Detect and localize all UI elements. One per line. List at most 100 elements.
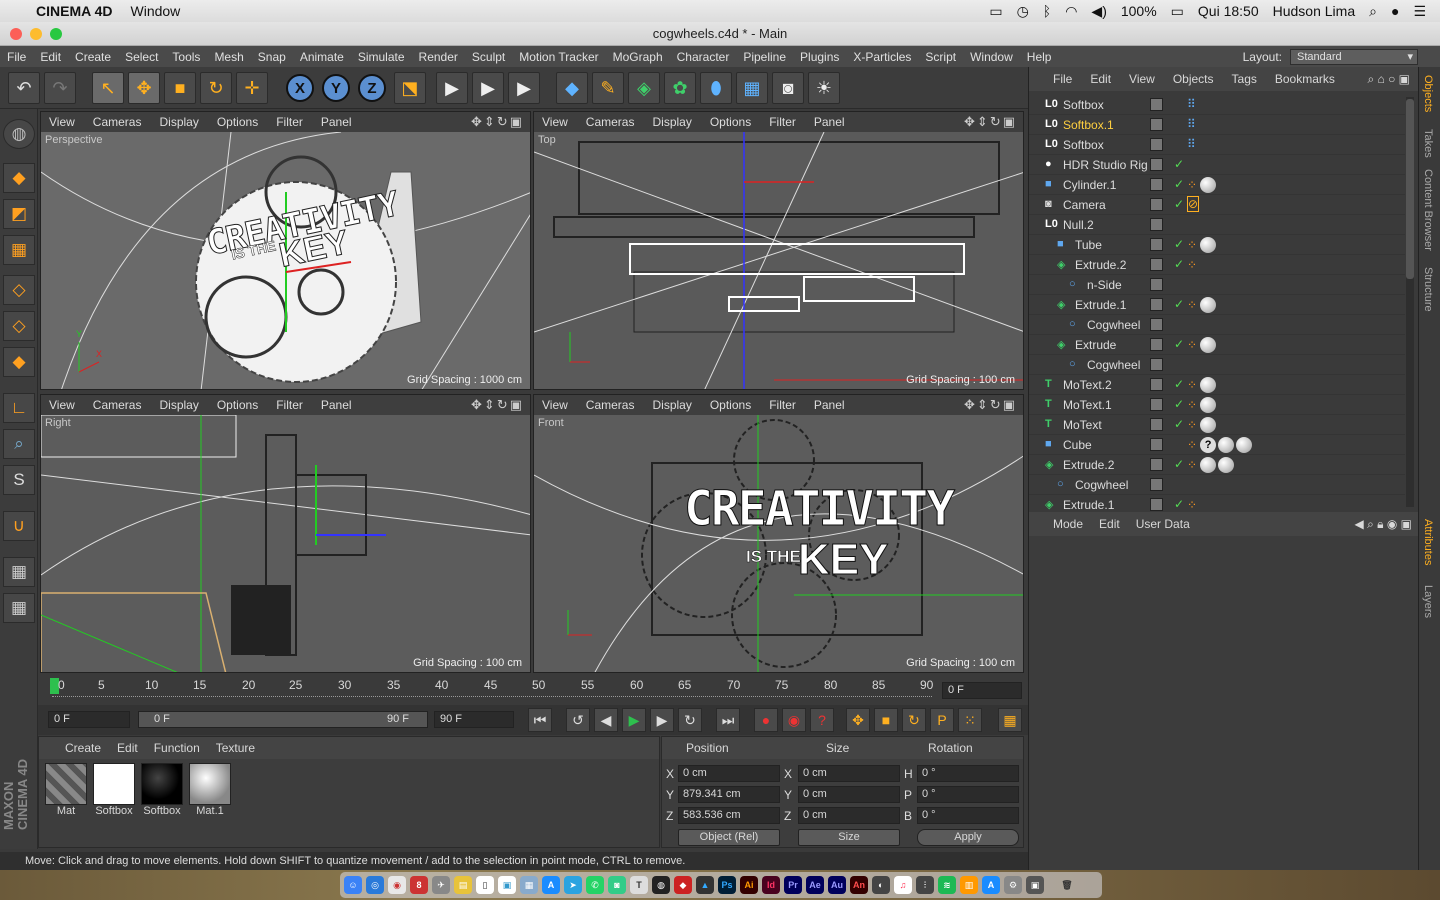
object-row[interactable]: ◈ Extrude.1 ✓ ⁘ bbox=[1029, 295, 1405, 315]
visibility-toggle[interactable] bbox=[1150, 438, 1163, 451]
coord-mode-dropdown[interactable]: Object (Rel) bbox=[678, 829, 780, 846]
menu-file[interactable]: File bbox=[0, 50, 33, 64]
animate-icon[interactable]: An bbox=[850, 876, 868, 894]
preferences-icon[interactable]: ⚙ bbox=[1004, 876, 1022, 894]
cloner-button[interactable]: ✿ bbox=[664, 72, 696, 104]
menu-script[interactable]: Script bbox=[918, 50, 963, 64]
telegram-icon[interactable]: ➤ bbox=[564, 876, 582, 894]
visibility-toggle[interactable] bbox=[1150, 418, 1163, 431]
object-name[interactable]: Cylinder.1 bbox=[1063, 178, 1116, 192]
object-row[interactable]: ■ Cube ⁘? bbox=[1029, 435, 1405, 455]
planar-workplane-icon[interactable]: ▦ bbox=[3, 593, 35, 623]
object-tags[interactable]: ⠿ bbox=[1187, 137, 1196, 151]
object-tags[interactable]: ⁘ bbox=[1187, 337, 1218, 353]
vp-display-menu[interactable]: Display bbox=[159, 398, 198, 412]
viewport-nav-icons[interactable]: ✥⇕↻▣ bbox=[964, 397, 1017, 413]
object-name[interactable]: MoText bbox=[1063, 418, 1102, 432]
object-tags[interactable]: ⠿ bbox=[1187, 117, 1196, 131]
vp-cameras-menu[interactable]: Cameras bbox=[586, 115, 635, 129]
object-tags[interactable]: ⊘ bbox=[1187, 196, 1200, 212]
phong-tag-icon[interactable]: ⁘ bbox=[1187, 178, 1197, 192]
layout-dropdown[interactable]: Standard bbox=[1290, 48, 1418, 65]
phong-tag-icon[interactable]: ⁘ bbox=[1187, 458, 1197, 472]
trash-icon[interactable]: 🗑︎ bbox=[1058, 876, 1076, 894]
vp-display-menu[interactable]: Display bbox=[159, 115, 198, 129]
object-tags[interactable]: ⠿ bbox=[1187, 97, 1196, 111]
menu-window[interactable]: Window bbox=[963, 50, 1020, 64]
textedit2-icon[interactable]: T bbox=[630, 876, 648, 894]
vp-view-menu[interactable]: View bbox=[49, 398, 75, 412]
mat-function-menu[interactable]: Function bbox=[154, 741, 200, 755]
y-axis-lock-button[interactable]: Y bbox=[322, 74, 350, 102]
appstore-icon[interactable]: A bbox=[542, 876, 560, 894]
vp-display-menu[interactable]: Display bbox=[652, 115, 691, 129]
visibility-toggle[interactable] bbox=[1150, 258, 1163, 271]
menu-create[interactable]: Create bbox=[68, 50, 118, 64]
viewport-nav-icons[interactable]: ✥⇕↻▣ bbox=[964, 114, 1017, 130]
cube-object-button[interactable]: ◆ bbox=[556, 72, 588, 104]
tab-layers[interactable]: Layers bbox=[1422, 585, 1434, 618]
vp-panel-menu[interactable]: Panel bbox=[814, 115, 845, 129]
visibility-toggle[interactable] bbox=[1150, 278, 1163, 291]
object-tags[interactable]: ⁘ bbox=[1187, 177, 1218, 193]
object-row[interactable]: ◈ Extrude ✓ ⁘ bbox=[1029, 335, 1405, 355]
mat-texture-menu[interactable]: Texture bbox=[216, 741, 255, 755]
vp-cameras-menu[interactable]: Cameras bbox=[93, 115, 142, 129]
prev-key-icon[interactable]: ↺ bbox=[566, 708, 590, 732]
vp-filter-menu[interactable]: Filter bbox=[276, 115, 303, 129]
move-tool-button[interactable]: ✥ bbox=[128, 72, 160, 104]
object-name[interactable]: Extrude.2 bbox=[1063, 458, 1114, 472]
snap-icon[interactable]: S bbox=[3, 465, 35, 495]
object-row[interactable]: ● HDR Studio Rig ✓ bbox=[1029, 155, 1405, 175]
go-to-end-icon[interactable]: ⏭ bbox=[716, 708, 740, 732]
appstore2-icon[interactable]: A bbox=[982, 876, 1000, 894]
vp-filter-menu[interactable]: Filter bbox=[769, 115, 796, 129]
enabled-check-icon[interactable]: ✓ bbox=[1174, 197, 1184, 211]
rot-p-field[interactable]: 0 ° bbox=[917, 786, 1019, 803]
vp-view-menu[interactable]: View bbox=[542, 115, 568, 129]
timeline-ruler[interactable]: 0 5 10 15 20 25 30 35 40 45 50 55 60 65 … bbox=[38, 675, 1028, 705]
object-name[interactable]: Softbox.1 bbox=[1063, 118, 1114, 132]
enabled-check-icon[interactable]: ✓ bbox=[1174, 257, 1184, 271]
material-tag-icon[interactable] bbox=[1200, 337, 1217, 353]
vp-filter-menu[interactable]: Filter bbox=[769, 398, 796, 412]
go-to-start-icon[interactable]: ⏮ bbox=[528, 708, 552, 732]
size-mode-dropdown[interactable]: Size bbox=[798, 829, 900, 846]
deformer-button[interactable]: ⬮ bbox=[700, 72, 732, 104]
next-key-icon[interactable]: ↻ bbox=[678, 708, 702, 732]
enabled-check-icon[interactable]: ✓ bbox=[1174, 457, 1184, 471]
screen-icon[interactable]: ▭ bbox=[989, 3, 1002, 20]
workplane-lock-icon[interactable]: ▦ bbox=[3, 557, 35, 587]
redo-button[interactable]: ↷ bbox=[44, 72, 76, 104]
vp-panel-menu[interactable]: Panel bbox=[321, 398, 352, 412]
music-icon[interactable]: ♫ bbox=[894, 876, 912, 894]
scale-tool-button[interactable]: ■ bbox=[164, 72, 196, 104]
visibility-toggle[interactable] bbox=[1150, 98, 1163, 111]
material-tag-icon[interactable] bbox=[1200, 417, 1217, 433]
illustrator-icon[interactable]: Ai bbox=[740, 876, 758, 894]
material-swatch[interactable]: Mat bbox=[43, 763, 89, 823]
visibility-toggle[interactable] bbox=[1150, 298, 1163, 311]
magnet-icon[interactable]: ∪ bbox=[3, 511, 35, 541]
object-tags[interactable]: ⁘ bbox=[1187, 457, 1236, 473]
object-name[interactable]: Tube bbox=[1075, 238, 1102, 252]
menu-render[interactable]: Render bbox=[412, 50, 465, 64]
object-name[interactable]: Extrude.1 bbox=[1075, 298, 1126, 312]
spotify-icon[interactable]: ≋ bbox=[938, 876, 956, 894]
menu-select[interactable]: Select bbox=[118, 50, 165, 64]
notification-icon[interactable]: ☰ bbox=[1413, 3, 1426, 20]
material-tag-icon[interactable] bbox=[1200, 237, 1217, 253]
volume-icon[interactable]: ◀) bbox=[1091, 3, 1106, 20]
material-swatch[interactable]: Mat.1 bbox=[187, 763, 233, 823]
visibility-toggle[interactable] bbox=[1150, 378, 1163, 391]
object-tags[interactable]: ⁘ bbox=[1187, 297, 1218, 313]
menu-sculpt[interactable]: Sculpt bbox=[465, 50, 512, 64]
om-tags-menu[interactable]: Tags bbox=[1232, 72, 1257, 86]
phong-tag-icon[interactable]: ⁘ bbox=[1187, 338, 1197, 352]
object-tags[interactable]: ⁘? bbox=[1187, 437, 1254, 453]
key-rotation-icon[interactable]: ↻ bbox=[902, 708, 926, 732]
vp-display-menu[interactable]: Display bbox=[652, 398, 691, 412]
visibility-toggle[interactable] bbox=[1150, 358, 1163, 371]
cinema4d-icon[interactable]: ◍ bbox=[652, 876, 670, 894]
object-row[interactable]: T MoText.1 ✓ ⁘ bbox=[1029, 395, 1405, 415]
